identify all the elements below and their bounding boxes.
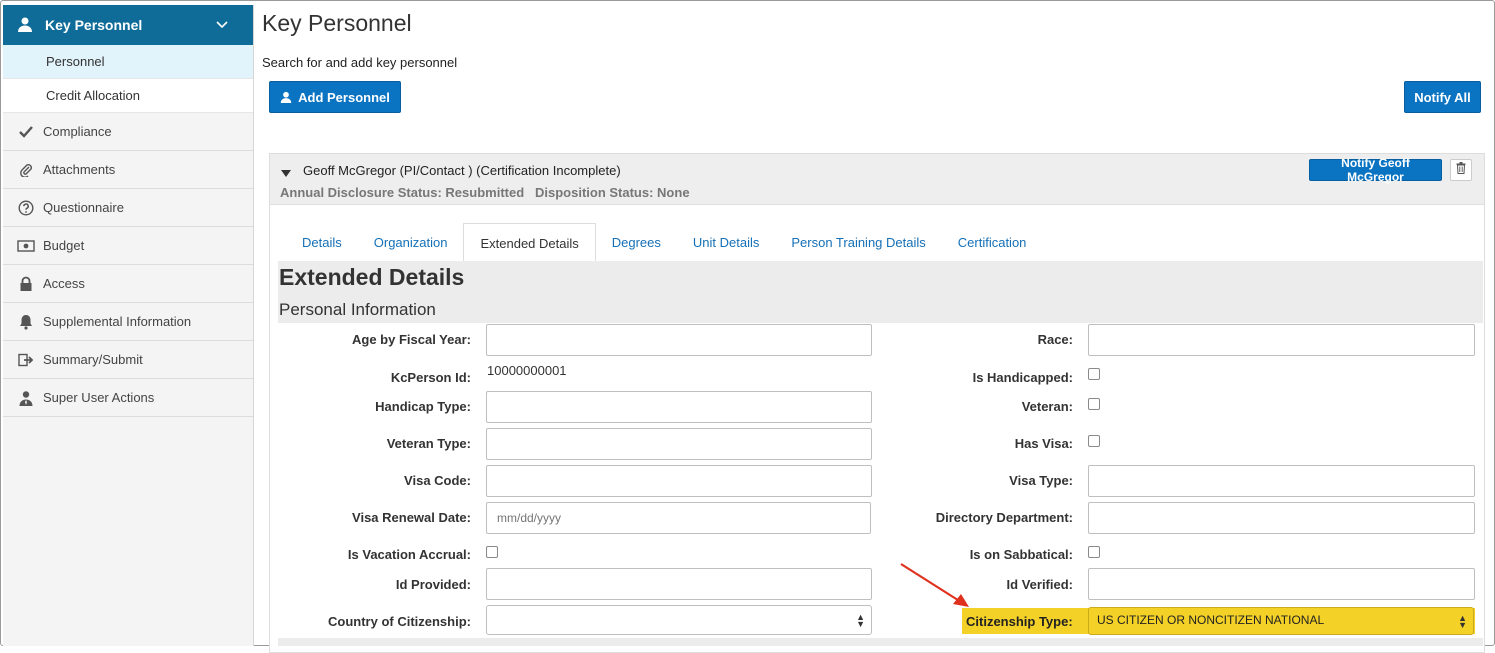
is-handicapped-label: Is Handicapped: [972, 370, 1073, 385]
sidebar-item-label: Summary/Submit [43, 352, 143, 367]
notify-all-button[interactable]: Notify All [1404, 81, 1481, 113]
kcperson-id-label: KcPerson Id: [390, 370, 471, 385]
sidebar-item-key-personnel[interactable]: Key Personnel [3, 5, 253, 45]
tab-person-training-details[interactable]: Person Training Details [775, 223, 941, 261]
lock-icon [17, 275, 35, 293]
question-icon [17, 199, 35, 217]
sidebar: Key Personnel Personnel Credit Allocatio… [3, 5, 254, 646]
check-icon [17, 123, 35, 141]
veteran-label: Veteran: [1021, 399, 1073, 414]
sidebar-item-supplemental-information[interactable]: Supplemental Information [3, 303, 253, 341]
person-tabs: Details Organization Extended Details De… [286, 223, 1043, 262]
sidebar-item-label: Supplemental Information [43, 314, 192, 329]
handicap-type-label: Handicap Type: [375, 399, 471, 414]
bell-icon [17, 313, 35, 331]
super-user-icon [17, 389, 35, 407]
user-icon [17, 16, 35, 34]
tab-certification[interactable]: Certification [942, 223, 1043, 261]
visa-renewal-date-input[interactable] [486, 502, 871, 534]
is-handicapped-checkbox[interactable] [1088, 368, 1100, 380]
sidebar-subitem-credit-allocation[interactable]: Credit Allocation [3, 79, 253, 113]
is-on-sabbatical-checkbox[interactable] [1088, 546, 1100, 558]
handicap-type-input[interactable] [486, 391, 872, 423]
sidebar-header-label: Key Personnel [45, 17, 143, 33]
sidebar-item-label: Budget [43, 238, 85, 253]
sidebar-item-compliance[interactable]: Compliance [3, 113, 253, 151]
id-provided-label: Id Provided: [395, 577, 471, 592]
kcperson-id-value: 10000000001 [487, 363, 567, 378]
age-by-fiscal-year-input[interactable] [486, 324, 872, 356]
add-personnel-label: Add Personnel [298, 89, 390, 105]
visa-renewal-date-label: Visa Renewal Date: [352, 510, 471, 525]
caret-down-icon[interactable] [281, 165, 291, 183]
personal-information-title: Personal Information [279, 300, 436, 319]
tab-extended-details[interactable]: Extended Details [463, 223, 596, 262]
disclosure-status: Annual Disclosure Status: Resubmitted Di… [280, 185, 690, 200]
trash-icon [1456, 161, 1466, 179]
veteran-checkbox[interactable] [1088, 398, 1100, 410]
sidebar-item-label: Compliance [43, 124, 112, 139]
sidebar-item-summary-submit[interactable]: Summary/Submit [3, 341, 253, 379]
sidebar-item-label: Access [43, 276, 85, 291]
age-by-fiscal-year-label: Age by Fiscal Year: [352, 332, 471, 347]
select-arrows-icon: ▲ ▼ [856, 612, 865, 629]
is-vacation-accrual-label: Is Vacation Accrual: [347, 547, 471, 562]
id-verified-input[interactable] [1088, 568, 1475, 600]
sidebar-subitem-personnel[interactable]: Personnel [3, 45, 253, 79]
citizenship-type-label: Citizenship Type: [966, 614, 1073, 629]
page-subtitle: Search for and add key personnel [262, 55, 458, 70]
directory-department-label: Directory Department: [935, 510, 1073, 525]
citizenship-type-select[interactable]: US CITIZEN OR NONCITIZEN NATIONAL ▲ ▼ [1088, 607, 1474, 635]
notify-person-button[interactable]: Notify Geoff McGregor [1309, 156, 1442, 184]
submit-icon [17, 351, 35, 369]
race-label: Race: [1037, 332, 1073, 347]
sidebar-item-budget[interactable]: Budget [3, 227, 253, 265]
money-icon [17, 237, 35, 255]
veteran-type-input[interactable] [486, 428, 872, 460]
section-footer [278, 638, 1483, 646]
visa-code-input[interactable] [486, 465, 872, 497]
is-vacation-accrual-checkbox[interactable] [486, 546, 498, 558]
tab-details[interactable]: Details [286, 223, 358, 261]
extended-details-title: Extended Details [279, 264, 465, 290]
user-icon [280, 91, 292, 103]
sidebar-item-questionnaire[interactable]: Questionnaire [3, 189, 253, 227]
tab-organization[interactable]: Organization [358, 223, 464, 261]
annotation-arrow-icon [900, 563, 969, 607]
tab-unit-details[interactable]: Unit Details [677, 223, 775, 261]
sidebar-item-super-user-actions[interactable]: Super User Actions [3, 379, 253, 417]
visa-code-label: Visa Code: [404, 473, 471, 488]
paperclip-icon [17, 161, 35, 179]
citizenship-type-value: US CITIZEN OR NONCITIZEN NATIONAL [1097, 613, 1325, 627]
has-visa-label: Has Visa: [1014, 436, 1073, 451]
sidebar-item-label: Attachments [43, 162, 116, 177]
person-panel-header: Geoff McGregor (PI/Contact ) (Certificat… [270, 154, 1484, 205]
id-provided-input[interactable] [486, 568, 872, 600]
sidebar-item-access[interactable]: Access [3, 265, 253, 303]
chevron-down-icon[interactable] [215, 17, 229, 31]
tab-degrees[interactable]: Degrees [596, 223, 677, 261]
sidebar-item-label: Questionnaire [43, 200, 124, 215]
visa-type-input[interactable] [1088, 465, 1475, 497]
visa-type-label: Visa Type: [1009, 473, 1073, 488]
select-arrows-icon: ▲ ▼ [1458, 613, 1467, 630]
add-personnel-button[interactable]: Add Personnel [269, 81, 401, 113]
veteran-type-label: Veteran Type: [386, 436, 471, 451]
has-visa-checkbox[interactable] [1088, 435, 1100, 447]
race-input[interactable] [1088, 324, 1475, 356]
directory-department-input[interactable] [1088, 502, 1475, 534]
country-of-citizenship-label: Country of Citizenship: [328, 614, 471, 629]
extended-details-header: Extended Details Personal Information [278, 261, 1483, 323]
sidebar-item-attachments[interactable]: Attachments [3, 151, 253, 189]
country-of-citizenship-select[interactable]: ▲ ▼ [486, 605, 872, 635]
sidebar-item-label: Super User Actions [43, 390, 155, 405]
person-name: Geoff McGregor (PI/Contact ) (Certificat… [303, 163, 621, 178]
delete-person-button[interactable] [1450, 159, 1472, 181]
page-title: Key Personnel [262, 10, 412, 36]
